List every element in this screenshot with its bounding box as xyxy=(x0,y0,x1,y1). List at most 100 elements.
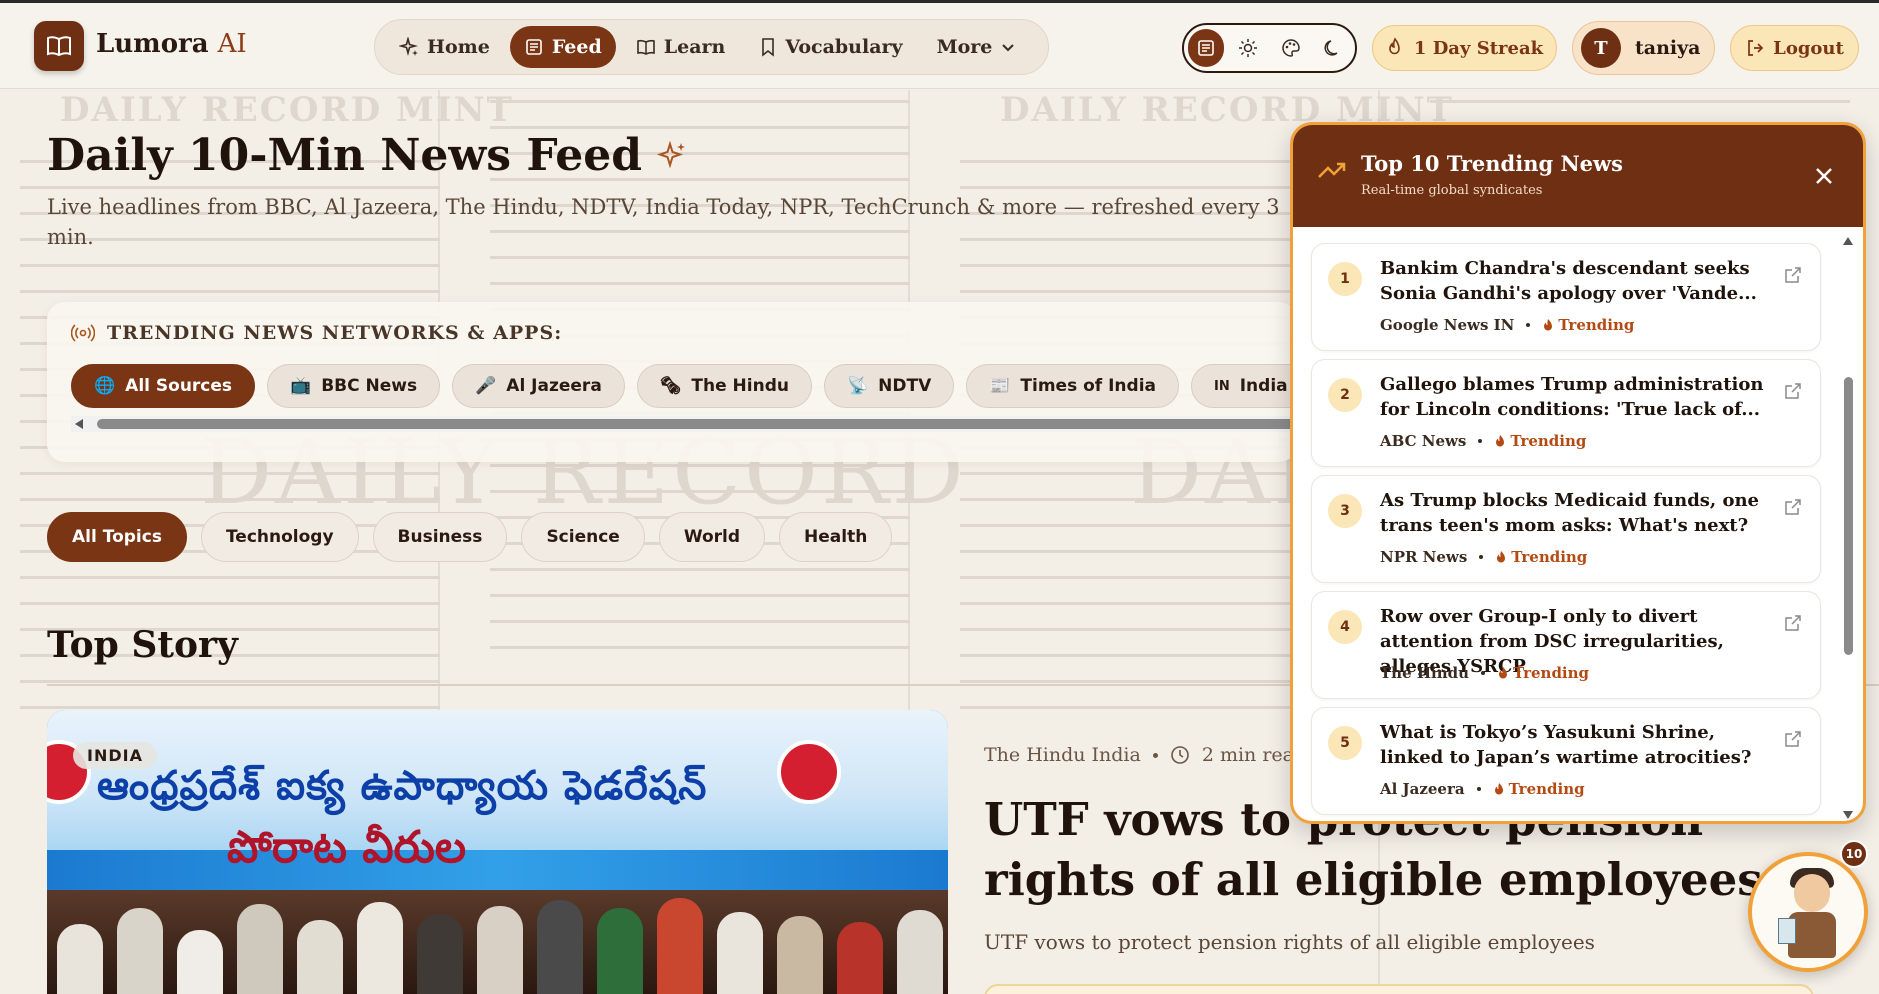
nav-learn[interactable]: Learn xyxy=(622,26,740,68)
trending-rank: 3 xyxy=(1328,494,1362,528)
topic-filters: All Topics Technology Business Science W… xyxy=(47,512,893,562)
palette-theme-button[interactable] xyxy=(1273,29,1309,67)
bookmark-icon xyxy=(762,38,775,57)
logout-button[interactable]: Logout xyxy=(1730,25,1859,71)
topic-business[interactable]: Business xyxy=(372,512,508,562)
trending-scrollbar[interactable] xyxy=(1841,233,1855,821)
nav-vocabulary[interactable]: Vocabulary xyxy=(745,26,916,68)
close-button[interactable] xyxy=(1809,161,1839,191)
trending-meta: Google News IN Trending xyxy=(1380,316,1634,334)
microphone-icon: 🎤 xyxy=(475,376,497,396)
newspaper-icon: 📰 xyxy=(989,376,1011,396)
topic-technology[interactable]: Technology xyxy=(200,512,359,562)
nav-home[interactable]: Home xyxy=(385,26,504,68)
trending-item[interactable]: 3 As Trump blocks Medicaid funds, one tr… xyxy=(1311,475,1821,583)
streak-badge[interactable]: 1 Day Streak xyxy=(1372,25,1557,71)
trending-rank: 4 xyxy=(1328,610,1362,644)
utf-emblem-right xyxy=(777,740,841,804)
source-chip-all[interactable]: 🌐 All Sources xyxy=(71,364,256,408)
trending-headline[interactable]: Bankim Chandra's descendant seeks Sonia … xyxy=(1380,256,1780,306)
palette-icon xyxy=(1281,39,1300,57)
theme-mode-group xyxy=(1182,23,1357,73)
trending-tag: Trending xyxy=(1494,432,1586,450)
scroll-down-arrow-icon[interactable] xyxy=(1843,811,1853,819)
trending-source: Al Jazeera xyxy=(1380,780,1465,798)
external-link-icon[interactable] xyxy=(1784,498,1802,516)
newspaper-theme-button[interactable] xyxy=(1188,29,1225,67)
nav-more-label: More xyxy=(936,36,993,58)
nav-learn-label: Learn xyxy=(663,36,726,58)
sun-icon xyxy=(1239,39,1258,57)
moon-icon xyxy=(1324,40,1338,56)
top-story-image[interactable]: ఆంధ్రప్రదేశ్ ఐక్య ఉపాధ్యాయ ఫెడరేషన్ పోరా… xyxy=(47,710,948,994)
trending-subtitle: Real-time global syndicates xyxy=(1361,183,1543,198)
trending-meta: The Hindu Trending xyxy=(1380,664,1589,682)
trending-tag: Trending xyxy=(1497,664,1589,682)
dark-theme-button[interactable] xyxy=(1315,29,1351,67)
external-link-icon[interactable] xyxy=(1784,266,1802,284)
logo-book-icon[interactable] xyxy=(34,21,84,71)
trending-headline[interactable]: What is Tokyo’s Yasukuni Shrine, linked … xyxy=(1380,720,1780,770)
nav-home-label: Home xyxy=(427,36,490,58)
trending-rank: 1 xyxy=(1328,262,1362,296)
scroll-up-arrow-icon[interactable] xyxy=(1843,237,1853,245)
nav-more[interactable]: More xyxy=(923,26,1031,68)
mascot-count-badge: 10 xyxy=(1840,840,1868,868)
scroll-thumb[interactable] xyxy=(97,419,1297,429)
satellite-icon: 📡 xyxy=(846,376,869,396)
app-name: Lumora xyxy=(96,29,209,59)
topic-world[interactable]: World xyxy=(658,512,766,562)
trending-list: 1 Bankim Chandra's descendant seeks Soni… xyxy=(1311,243,1831,821)
top-story-meta: The Hindu India 2 min read xyxy=(984,744,1306,766)
nav-vocabulary-label: Vocabulary xyxy=(785,36,903,58)
flame-icon xyxy=(1544,319,1553,331)
trending-tag: Trending xyxy=(1495,548,1587,566)
trending-up-icon xyxy=(1318,162,1346,178)
source-chip-al-jazeera[interactable]: 🎤 Al Jazeera xyxy=(452,364,625,408)
trending-item[interactable]: 2 Gallego blames Trump administration fo… xyxy=(1311,359,1821,467)
close-icon xyxy=(1816,168,1832,184)
sources-card: TRENDING NEWS NETWORKS & APPS: 🌐 All Sour… xyxy=(47,302,1372,462)
globe-icon: 🌐 xyxy=(94,376,116,396)
top-story-source: The Hindu India xyxy=(984,744,1141,766)
source-chip-ndtv[interactable]: 📡 NDTV xyxy=(823,364,955,408)
clock-icon xyxy=(1171,746,1189,764)
light-theme-button[interactable] xyxy=(1230,29,1266,67)
mascot-assistant-button[interactable] xyxy=(1748,852,1868,972)
source-chip-label: Al Jazeera xyxy=(506,376,602,396)
source-chip-times-of-india[interactable]: 📰 Times of India xyxy=(966,364,1179,408)
topic-health[interactable]: Health xyxy=(779,512,893,562)
user-menu[interactable]: T taniya xyxy=(1572,21,1715,75)
chevron-down-icon xyxy=(1002,44,1015,52)
tv-icon: 📺 xyxy=(290,376,312,396)
nav-feed[interactable]: Feed xyxy=(509,26,616,68)
external-link-icon[interactable] xyxy=(1784,614,1802,632)
sparkles-icon xyxy=(399,37,419,57)
sources-scrollbar[interactable] xyxy=(71,416,1297,432)
external-link-icon[interactable] xyxy=(1784,382,1802,400)
trending-item[interactable]: 1 Bankim Chandra's descendant seeks Soni… xyxy=(1311,243,1821,351)
app-logo-text[interactable]: Lumora AI xyxy=(96,29,247,59)
source-chip-label: All Sources xyxy=(125,376,233,396)
trending-headline[interactable]: As Trump blocks Medicaid funds, one tran… xyxy=(1380,488,1780,538)
newspaper-roll-icon: 🗞 xyxy=(659,376,682,396)
top-story-description: UTF vows to protect pension rights of al… xyxy=(984,930,1595,954)
trending-item[interactable]: 5 What is Tokyo’s Yasukuni Shrine, linke… xyxy=(1311,707,1821,815)
external-link-icon[interactable] xyxy=(1784,730,1802,748)
topic-science[interactable]: Science xyxy=(521,512,645,562)
trending-headline[interactable]: Gallego blames Trump administration for … xyxy=(1380,372,1780,422)
trending-meta: Al Jazeera Trending xyxy=(1380,780,1585,798)
trending-item[interactable]: 4 Row over Group-I only to divert attent… xyxy=(1311,591,1821,699)
logout-label: Logout xyxy=(1773,37,1844,59)
scroll-left-arrow-icon[interactable] xyxy=(75,419,83,429)
trending-source: The Hindu xyxy=(1380,664,1470,682)
source-chip-the-hindu[interactable]: 🗞 The Hindu xyxy=(636,364,812,408)
source-chip-label: BBC News xyxy=(321,376,418,396)
app-name-suffix: AI xyxy=(217,29,247,59)
trending-rank: 5 xyxy=(1328,726,1362,760)
source-chip-bbc[interactable]: 📺 BBC News xyxy=(267,364,441,408)
broadcast-icon xyxy=(71,324,95,342)
topic-all[interactable]: All Topics xyxy=(47,512,187,562)
trending-header: Top 10 Trending News Real-time global sy… xyxy=(1293,125,1863,227)
scroll-thumb[interactable] xyxy=(1844,377,1853,655)
